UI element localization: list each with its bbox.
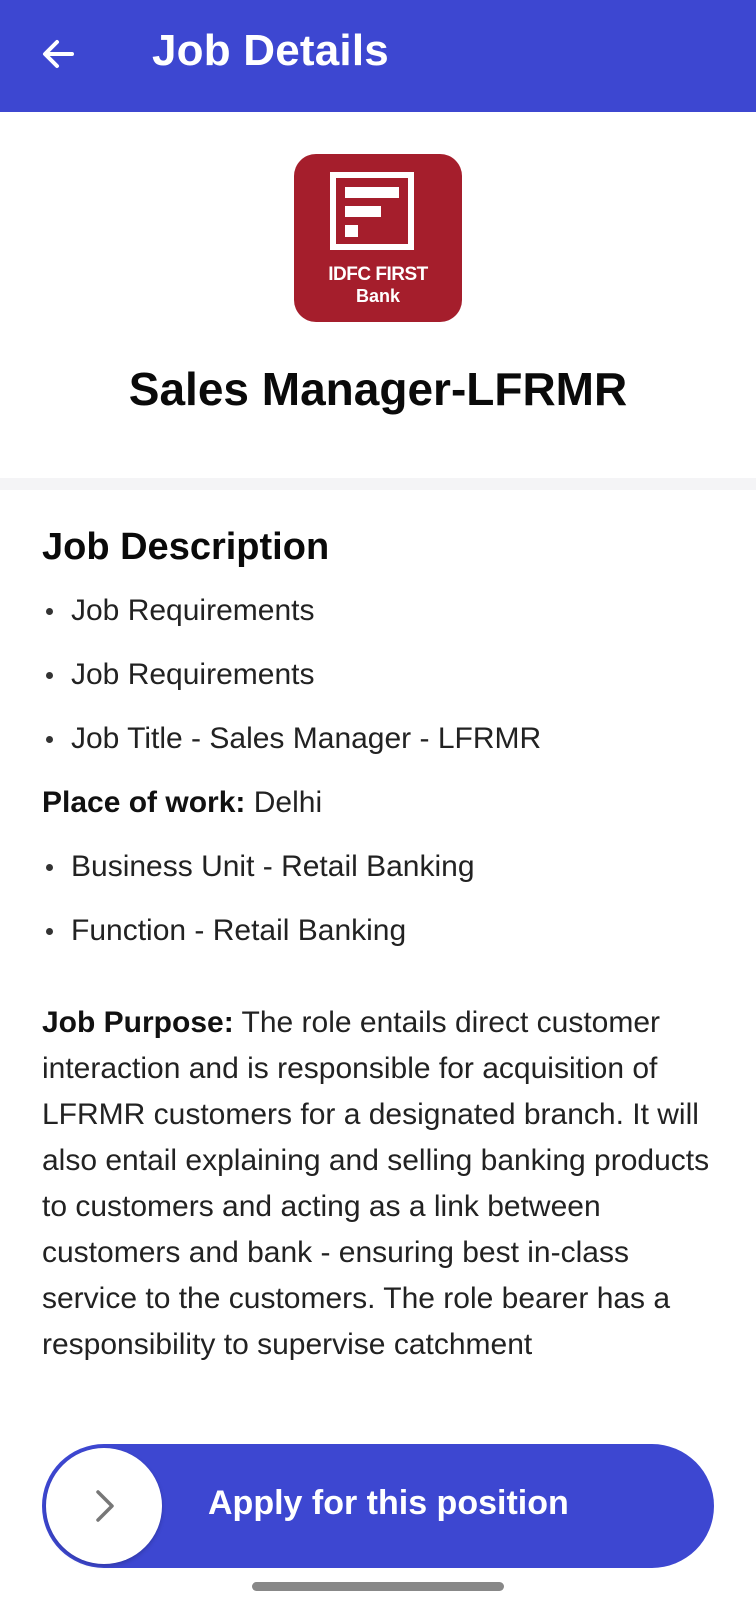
apply-button[interactable]: Apply for this position: [42, 1444, 714, 1568]
home-indicator[interactable]: [252, 1582, 504, 1591]
back-button[interactable]: [36, 32, 80, 76]
job-title: Sales Manager-LFRMR: [128, 363, 628, 415]
place-of-work: Place of work: Delhi: [42, 786, 322, 820]
app-bar: Job Details: [0, 0, 756, 112]
bullet-icon: [46, 927, 53, 935]
page-title: Job Details: [152, 26, 389, 75]
chevron-right-icon: [96, 1490, 114, 1522]
job-purpose: Job Purpose: The role entails direct cus…: [42, 1000, 722, 1368]
logo-text-line1: IDFC FIRST: [328, 264, 428, 285]
logo-text-line2: Bank: [355, 286, 400, 306]
list-item: Function - Retail Banking: [42, 914, 406, 948]
bullet-icon: [46, 735, 53, 743]
company-logo: IDFC FIRST Bank: [294, 154, 462, 322]
job-description-section: Job Description Job Requirements Job Req…: [0, 490, 756, 1600]
swipe-knob[interactable]: [46, 1448, 162, 1564]
list-item: Job Requirements: [42, 658, 314, 692]
purpose-label: Job Purpose:: [42, 1006, 234, 1039]
arrow-left-icon: [43, 40, 74, 68]
bullet-icon: [46, 671, 53, 679]
job-header-card: IDFC FIRST Bank Sales Manager-LFRMR: [0, 112, 756, 478]
place-label: Place of work:: [42, 786, 246, 819]
purpose-text: The role entails direct customer interac…: [42, 1006, 710, 1361]
section-title: Job Description: [42, 526, 330, 568]
bullet-icon: [46, 607, 53, 615]
list-item: Job Requirements: [42, 594, 314, 628]
bullet-icon: [46, 863, 53, 871]
place-value: Delhi: [245, 786, 323, 819]
logo-mark: [330, 172, 414, 250]
list-item: Job Title - Sales Manager - LFRMR: [42, 722, 541, 756]
list-item: Business Unit - Retail Banking: [42, 850, 475, 884]
apply-button-label: Apply for this position: [208, 1484, 569, 1522]
